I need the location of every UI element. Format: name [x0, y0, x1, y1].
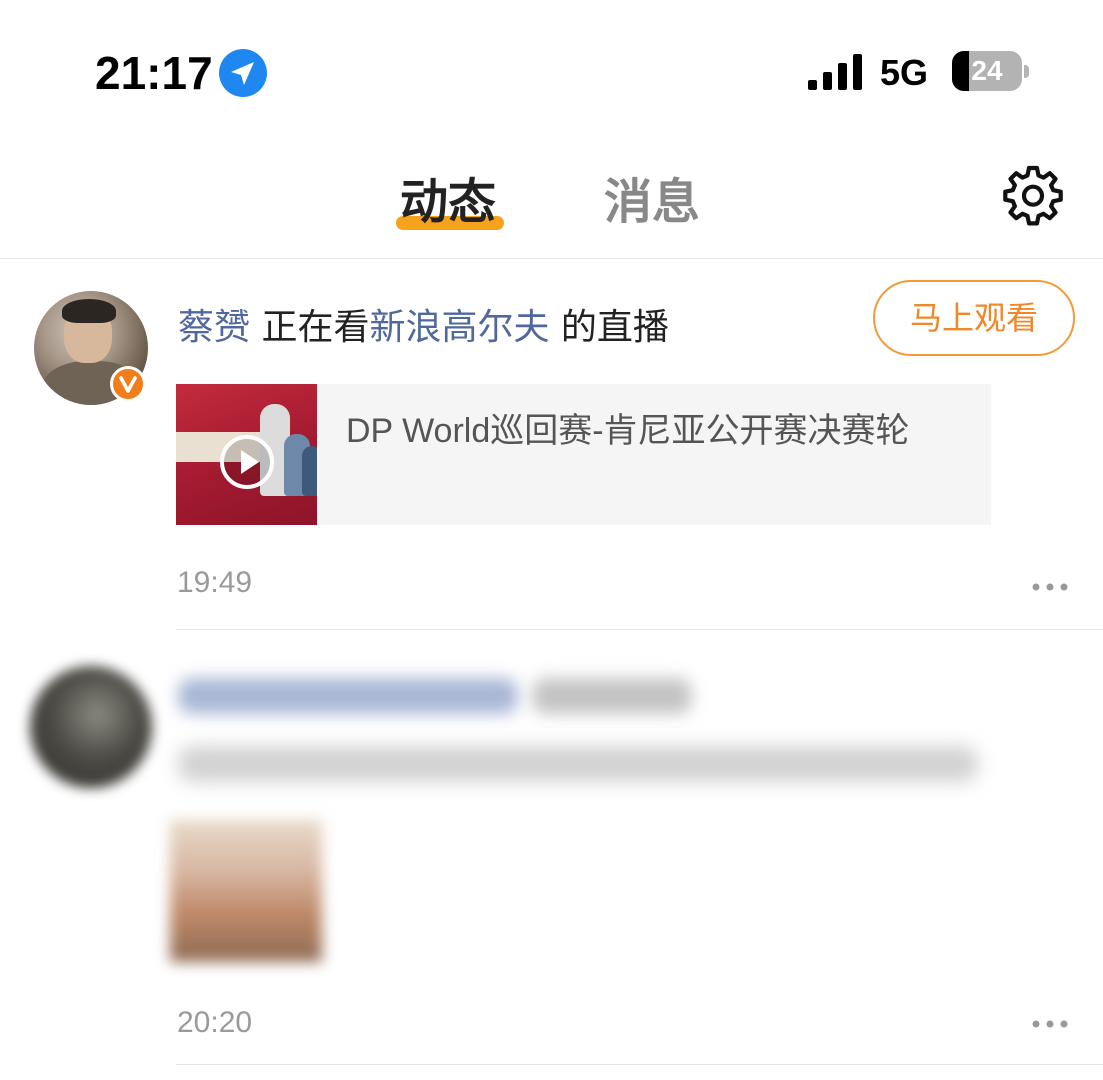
blurred-action [532, 678, 692, 714]
activity-headline: 蔡赟 正在看新浪高尔夫 的直播 [178, 304, 669, 352]
tab-dongtai[interactable]: 动态 [400, 162, 496, 232]
battery-level: 24 [971, 55, 1003, 86]
network-type: 5G [880, 52, 929, 93]
status-time: 21:17 [95, 47, 213, 99]
live-title: DP World巡回赛-肯尼亚公开赛决赛轮 [346, 412, 910, 450]
tab-label: 消息 [604, 174, 701, 230]
battery-body: 24 [952, 51, 1022, 91]
play-icon [220, 435, 274, 489]
tab-bar: 动态 消息 [0, 140, 1103, 259]
gear-icon[interactable] [1000, 164, 1066, 230]
more-dots-icon[interactable] [1030, 580, 1070, 594]
blurred-content [178, 746, 978, 782]
watch-now-button[interactable]: 马上观看 [873, 280, 1075, 356]
status-bar: 21:17 5G 24 [0, 0, 1103, 140]
activity-suffix: 的直播 [549, 307, 669, 348]
blurred-image[interactable] [170, 820, 322, 962]
tab-xiaoxi[interactable]: 消息 [604, 162, 700, 232]
divider [176, 1064, 1103, 1065]
live-thumbnail [176, 384, 317, 525]
more-dots-icon[interactable] [1030, 1017, 1070, 1031]
username-link[interactable]: 蔡赟 [178, 307, 250, 348]
activity-verb: 正在看 [250, 307, 370, 348]
feed-item: 20:20 [0, 630, 1103, 1080]
cellular-signal-icon [808, 54, 862, 90]
location-arrow-icon [219, 49, 267, 97]
live-card[interactable]: DP World巡回赛-肯尼亚公开赛决赛轮 [176, 384, 991, 525]
feed-item: 蔡赟 正在看新浪高尔夫 的直播 马上观看 DP World巡回赛-肯尼亚公开赛决… [0, 258, 1103, 630]
timestamp: 20:20 [177, 1006, 253, 1039]
avatar[interactable] [30, 666, 152, 788]
avatar-hair [62, 299, 116, 323]
thumbnail-figure [302, 446, 317, 496]
battery-tip [1024, 65, 1029, 78]
verified-v-icon [110, 366, 146, 402]
blurred-username [178, 678, 518, 714]
channel-link[interactable]: 新浪高尔夫 [369, 307, 549, 348]
timestamp: 19:49 [177, 566, 253, 599]
tab-label: 动态 [400, 174, 497, 230]
battery-indicator: 24 [952, 51, 1029, 91]
